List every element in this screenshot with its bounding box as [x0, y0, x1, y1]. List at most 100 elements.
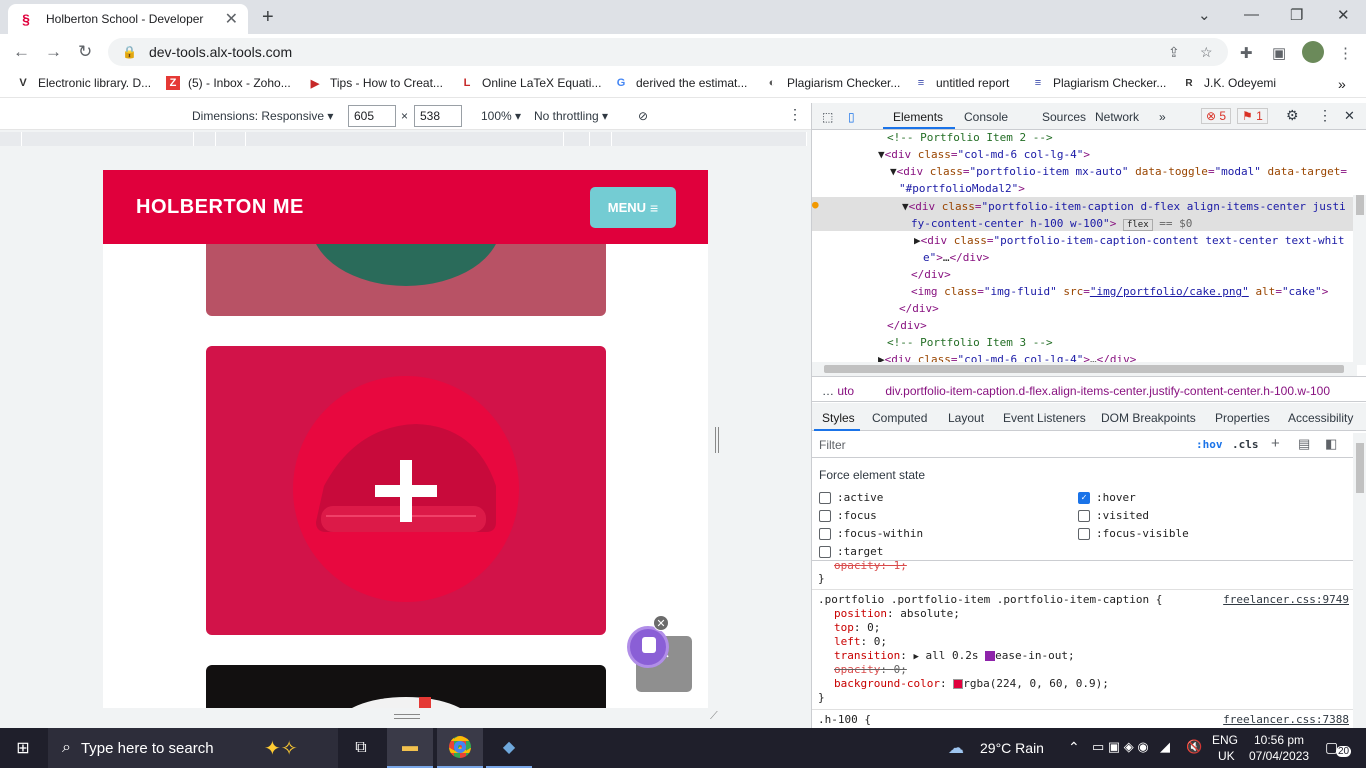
new-tab-icon[interactable]: +	[262, 6, 274, 29]
lang-code[interactable]: ENG	[1212, 733, 1238, 747]
clock-time[interactable]: 10:56 pm	[1254, 733, 1304, 747]
corner-resize-handle[interactable]: ⟋	[710, 710, 718, 723]
portfolio-item-2[interactable]	[206, 346, 606, 635]
tab-elements[interactable]: Elements	[893, 110, 943, 124]
css-declaration-overridden[interactable]: opacity: 0;	[834, 663, 907, 677]
dom-line[interactable]: </div>	[899, 300, 939, 317]
checked-icon[interactable]: ✓	[1078, 491, 1090, 504]
css-source-link[interactable]: freelancer.css:7388	[1223, 713, 1349, 726]
zoom-dropdown[interactable]: 100% ▾	[481, 109, 521, 123]
css-selector[interactable]: .portfolio .portfolio-item .portfolio-it…	[818, 593, 1162, 607]
issues-badge[interactable]: ⚑ 1	[1237, 108, 1268, 124]
toggle-sidebar-icon[interactable]: ◧	[1325, 436, 1337, 452]
devtools-more-icon[interactable]: ⋮	[1318, 107, 1332, 124]
dom-line[interactable]: <!-- Portfolio Item 2 -->	[887, 130, 1053, 146]
scroll-thumb[interactable]	[824, 365, 1344, 373]
cls-toggle[interactable]: .cls	[1232, 438, 1259, 451]
checkbox[interactable]	[819, 491, 831, 504]
easing-swatch-icon[interactable]	[985, 651, 996, 661]
side-panel-icon[interactable]: ▣	[1272, 44, 1286, 62]
bookmark-item[interactable]: ≡ Plagiarism Checker...	[1031, 76, 1167, 90]
browser-tab[interactable]: § Holberton School - Developer to ✕	[8, 4, 248, 34]
state-focus-checkbox[interactable]: :focus	[819, 509, 877, 522]
state-visited-checkbox[interactable]: :visited	[1078, 509, 1149, 522]
css-declaration[interactable]: transition: ▶ all 0.2s ease-in-out;	[834, 649, 1075, 664]
dom-scrollbar[interactable]	[1353, 195, 1366, 365]
network-icon[interactable]: ◢	[1160, 739, 1170, 755]
checkbox[interactable]	[819, 545, 831, 558]
close-bubble-icon[interactable]: ✕	[653, 615, 669, 631]
dom-line[interactable]: ▶<div class="portfolio-item-caption-cont…	[914, 232, 1345, 249]
dimensions-dropdown[interactable]: Dimensions: Responsive ▾	[192, 109, 333, 123]
task-view-icon[interactable]: ⧉	[338, 728, 384, 768]
tray-icons[interactable]: ▭ ▣ ◈ ◉	[1092, 739, 1149, 755]
css-selector[interactable]: .h-100 {	[818, 713, 871, 727]
share-icon[interactable]: ⇪	[1168, 44, 1180, 61]
dom-line[interactable]: </div>	[887, 317, 927, 334]
dom-line[interactable]: ▼<div class="portfolio-item mx-auto" dat…	[890, 163, 1347, 180]
css-declaration[interactable]: background-color: rgba(224, 0, 60, 0.9);	[834, 677, 1109, 691]
color-format-icon[interactable]: ▤	[1298, 436, 1310, 452]
file-explorer-icon[interactable]: ▬	[387, 728, 433, 768]
dom-line[interactable]: ▼<div class="col-md-6 col-lg-4">	[878, 146, 1090, 163]
close-tab-icon[interactable]: ✕	[225, 9, 238, 29]
device-more-icon[interactable]: ⋮	[788, 106, 802, 123]
subtab-layout[interactable]: Layout	[948, 411, 984, 425]
weather-text[interactable]: 29°C Rain	[980, 740, 1044, 756]
breadcrumb-prev[interactable]: uto	[837, 384, 854, 398]
state-focus-visible-checkbox[interactable]: :focus-visible	[1078, 527, 1189, 540]
styles-scrollbar[interactable]	[1353, 433, 1366, 728]
settings-gear-icon[interactable]: ⚙	[1286, 107, 1299, 124]
breadcrumb-current[interactable]: div.portfolio-item-caption.d-flex.align-…	[885, 384, 1330, 398]
state-focus-within-checkbox[interactable]: :focus-within	[819, 527, 923, 540]
site-brand[interactable]: HOLBERTON ME	[136, 196, 304, 219]
bookmark-item[interactable]: V Electronic library. D...	[16, 76, 151, 90]
bookmark-item[interactable]: ◐ Plagiarism Checker...	[765, 76, 901, 90]
more-bookmarks-icon[interactable]: »	[1338, 76, 1346, 92]
subtab-computed[interactable]: Computed	[872, 411, 927, 425]
dom-horizontal-scrollbar[interactable]	[812, 362, 1357, 376]
close-window-icon[interactable]: ✕	[1337, 6, 1350, 24]
throttling-dropdown[interactable]: No throttling ▾	[534, 109, 608, 123]
git-app-icon[interactable]: ◆	[486, 728, 532, 768]
bookmark-item[interactable]: ≡ untitled report	[914, 76, 1010, 90]
tab-network[interactable]: Network	[1095, 110, 1139, 124]
checkbox[interactable]	[819, 527, 831, 540]
checkbox[interactable]	[1078, 527, 1090, 540]
height-input[interactable]: 538	[414, 105, 462, 127]
tab-sources[interactable]: Sources	[1042, 110, 1086, 124]
dom-line[interactable]: ▶<div class="col-md-6 col-lg-4">…</div>	[878, 351, 1136, 362]
dom-line[interactable]: e">…</div>	[923, 249, 989, 266]
profile-avatar[interactable]	[1302, 41, 1324, 63]
css-prev-declaration[interactable]: opacity: 1;	[834, 561, 907, 573]
menu-button[interactable]: MENU ≡	[590, 187, 676, 228]
chrome-icon[interactable]	[437, 728, 483, 768]
rotate-icon[interactable]: ⊘	[638, 109, 648, 123]
windows-start-icon[interactable]: ⊞	[0, 728, 46, 768]
lang-region[interactable]: UK	[1218, 749, 1235, 763]
bookmark-item[interactable]: Gderived the estimat...	[614, 76, 748, 90]
errors-badge[interactable]: ⊗ 5	[1201, 108, 1232, 124]
color-swatch-icon[interactable]	[953, 679, 964, 689]
dom-line[interactable]: ●	[812, 196, 819, 213]
state-active-checkbox[interactable]: :active	[819, 491, 883, 504]
tab-console[interactable]: Console	[964, 110, 1008, 124]
checkbox[interactable]	[1078, 509, 1090, 522]
state-target-checkbox[interactable]: :target	[819, 545, 883, 558]
css-declaration[interactable]: top: 0;	[834, 621, 880, 635]
notification-count[interactable]: 20	[1336, 746, 1352, 757]
close-devtools-icon[interactable]: ✕	[1344, 108, 1355, 124]
restore-icon[interactable]: ❐	[1290, 6, 1303, 24]
volume-muted-icon[interactable]: 🔇	[1186, 739, 1202, 755]
state-hover-checkbox[interactable]: ✓:hover	[1078, 491, 1136, 504]
portfolio-item-3[interactable]	[206, 665, 606, 708]
bookmark-item[interactable]: Z (5) - Inbox - Zoho...	[166, 76, 291, 90]
minimize-icon[interactable]: —	[1244, 6, 1259, 23]
height-resize-handle[interactable]	[394, 714, 420, 719]
browser-menu-icon[interactable]: ⋮	[1338, 44, 1353, 62]
taskbar-search[interactable]: ⌕ Type here to search ✦✧	[48, 728, 338, 768]
dom-line[interactable]: <img class="img-fluid" src="img/portfoli…	[911, 283, 1328, 300]
dom-line[interactable]: <!-- Portfolio Item 3 -->	[887, 334, 1053, 351]
css-source-link[interactable]: freelancer.css:9749	[1223, 593, 1349, 606]
more-tabs-icon[interactable]: »	[1159, 110, 1166, 124]
